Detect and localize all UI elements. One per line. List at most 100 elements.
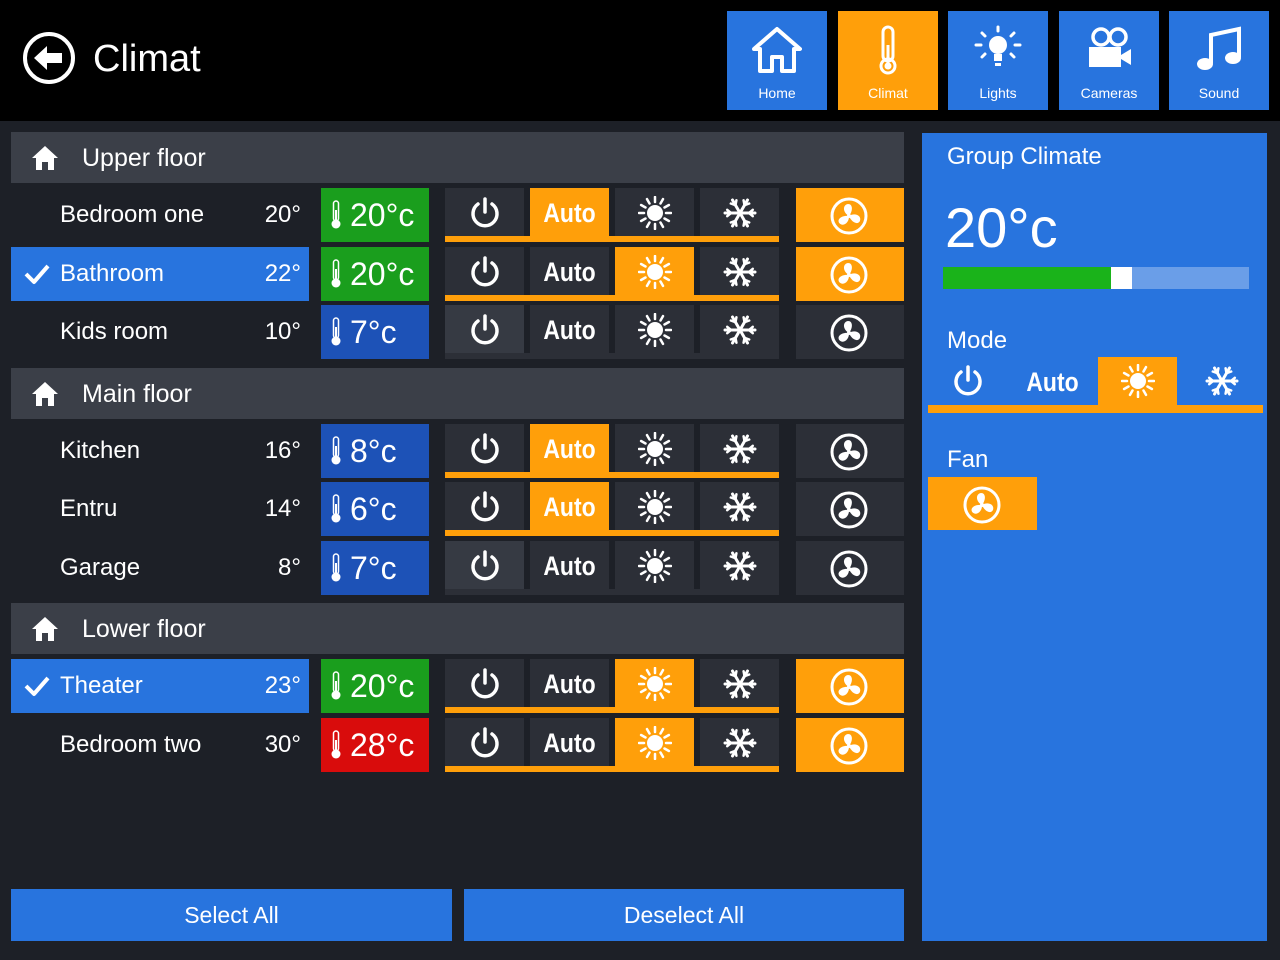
- room-select-cell[interactable]: Bedroom two 30°: [11, 718, 309, 772]
- auto-mode-button[interactable]: Auto: [530, 305, 609, 353]
- current-temperature: 16°: [264, 436, 301, 464]
- setpoint-display[interactable]: 20°c: [321, 246, 429, 301]
- room-select-cell[interactable]: Kitchen 16°: [11, 424, 309, 478]
- setpoint-value: 8°c: [350, 432, 397, 469]
- floor-header[interactable]: Main floor: [11, 367, 904, 419]
- room-select-cell[interactable]: Bathroom 22°: [11, 246, 309, 301]
- heat-mode-button[interactable]: [615, 305, 694, 353]
- power-button[interactable]: [445, 305, 524, 353]
- nav-tile-sound[interactable]: Sound: [1169, 11, 1269, 110]
- power-button[interactable]: [445, 246, 524, 295]
- room-select-cell[interactable]: Bedroom one 20°: [11, 188, 309, 242]
- cool-mode-button[interactable]: [700, 246, 779, 295]
- nav-tile-climat[interactable]: Climat: [838, 11, 938, 110]
- power-button[interactable]: [445, 423, 524, 472]
- current-temperature: 8°: [278, 553, 301, 581]
- fan-button[interactable]: [796, 188, 904, 242]
- heat-mode-button[interactable]: [615, 423, 694, 472]
- power-button[interactable]: [445, 659, 524, 707]
- floor-name: Main floor: [82, 379, 192, 408]
- heat-mode-button[interactable]: [615, 717, 694, 766]
- setpoint-value: 20°c: [350, 197, 415, 233]
- setpoint-display[interactable]: 8°c: [321, 423, 429, 478]
- setpoint-value: 7°c: [350, 549, 397, 586]
- room-select-cell[interactable]: Theater 23°: [11, 659, 309, 713]
- auto-mode-button[interactable]: Auto: [530, 188, 609, 236]
- cool-mode-button[interactable]: [700, 423, 779, 472]
- setpoint-display[interactable]: 6°c: [321, 482, 429, 536]
- auto-label: Auto: [543, 492, 596, 522]
- heat-mode-button[interactable]: [615, 188, 694, 236]
- floor-header[interactable]: Upper floor: [11, 132, 904, 183]
- group-power-button[interactable]: [928, 357, 1007, 405]
- fan-button[interactable]: [796, 246, 904, 301]
- room-select-cell[interactable]: Garage 8°: [11, 541, 309, 595]
- fan-button[interactable]: [796, 305, 904, 359]
- auto-label: Auto: [543, 315, 596, 345]
- nav-label: Home: [758, 85, 796, 101]
- cool-mode-button[interactable]: [700, 188, 779, 236]
- auto-mode-button[interactable]: Auto: [530, 246, 609, 295]
- heat-mode-button[interactable]: [615, 482, 694, 530]
- fan-button[interactable]: [796, 423, 904, 478]
- snowflake-icon: [1205, 366, 1239, 396]
- fan-button[interactable]: [796, 659, 904, 713]
- slider-fill: [943, 267, 1111, 289]
- power-icon: [471, 432, 499, 463]
- floor-name: Lower floor: [82, 615, 206, 643]
- fan-icon: [830, 256, 868, 293]
- setpoint-display[interactable]: 20°c: [321, 188, 429, 242]
- sun-icon: [638, 254, 672, 289]
- group-fan-button[interactable]: [928, 477, 1037, 530]
- auto-mode-button[interactable]: Auto: [530, 540, 609, 589]
- setpoint-display[interactable]: 7°c: [321, 540, 429, 595]
- auto-mode-button[interactable]: Auto: [530, 423, 609, 472]
- group-auto-button[interactable]: Auto: [1013, 357, 1092, 405]
- fan-button[interactable]: [796, 717, 904, 772]
- power-button[interactable]: [445, 188, 524, 236]
- setpoint-display[interactable]: 28°c: [321, 717, 429, 772]
- power-button[interactable]: [445, 540, 524, 589]
- setpoint-display[interactable]: 7°c: [321, 305, 429, 359]
- room-select-cell[interactable]: Entru 14°: [11, 482, 309, 536]
- room-name: Theater: [60, 672, 143, 699]
- room-row: Garage 8° 7°c Auto: [0, 540, 910, 595]
- setpoint-value: 28°c: [350, 726, 415, 763]
- room-select-cell[interactable]: Kids room 10°: [11, 305, 309, 359]
- heat-mode-button[interactable]: [615, 659, 694, 707]
- home-icon: [32, 381, 58, 406]
- cool-mode-button[interactable]: [700, 717, 779, 766]
- cool-mode-button[interactable]: [700, 540, 779, 589]
- floor-header[interactable]: Lower floor: [11, 603, 904, 654]
- cool-mode-button[interactable]: [700, 482, 779, 530]
- page-title: Climat: [93, 38, 201, 80]
- mode-indicator-bar: [445, 707, 779, 713]
- auto-mode-button[interactable]: Auto: [530, 659, 609, 707]
- fan-button[interactable]: [796, 482, 904, 536]
- nav-label: Lights: [979, 85, 1017, 101]
- snowflake-icon: [723, 669, 757, 699]
- nav-tile-home[interactable]: Home: [727, 11, 827, 110]
- select-all-button[interactable]: Select All: [11, 889, 452, 941]
- setpoint-display[interactable]: 20°c: [321, 659, 429, 713]
- thermometer-icon: [331, 671, 341, 700]
- temperature-slider[interactable]: [943, 267, 1249, 289]
- heat-mode-button[interactable]: [615, 246, 694, 295]
- back-arrow-icon[interactable]: [22, 31, 76, 85]
- nav-tile-lights[interactable]: Lights: [948, 11, 1048, 110]
- nav-tile-cameras[interactable]: Cameras: [1059, 11, 1159, 110]
- group-cool-button[interactable]: [1182, 357, 1261, 405]
- deselect-all-button[interactable]: Deselect All: [464, 889, 904, 941]
- group-heat-button[interactable]: [1098, 357, 1177, 405]
- auto-mode-button[interactable]: Auto: [530, 717, 609, 766]
- slider-handle[interactable]: [1111, 267, 1132, 289]
- cool-mode-button[interactable]: [700, 305, 779, 353]
- cool-mode-button[interactable]: [700, 659, 779, 707]
- fan-button[interactable]: [796, 540, 904, 595]
- auto-mode-button[interactable]: Auto: [530, 482, 609, 530]
- power-button[interactable]: [445, 482, 524, 530]
- power-button[interactable]: [445, 717, 524, 766]
- auto-label: Auto: [543, 669, 596, 699]
- heat-mode-button[interactable]: [615, 540, 694, 589]
- nav-label: Sound: [1198, 85, 1240, 101]
